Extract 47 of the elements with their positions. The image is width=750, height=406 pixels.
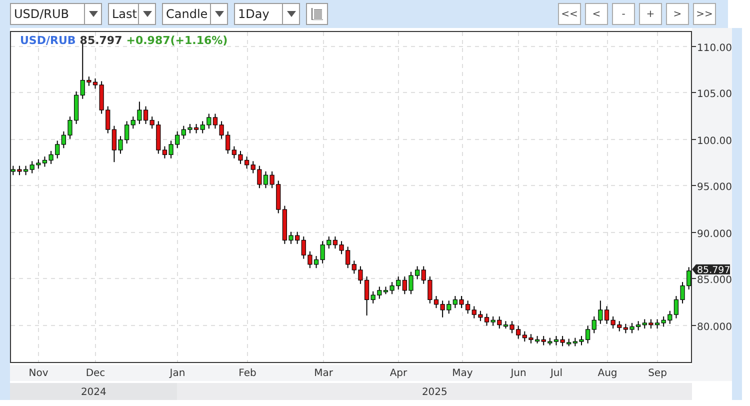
axis-label: Jun — [510, 368, 526, 379]
nav-button[interactable]: >> — [693, 3, 716, 25]
axis-label: 105.00 — [697, 89, 732, 100]
table-icon — [311, 8, 323, 20]
axis-label: 95.000 — [697, 182, 732, 193]
nav-button[interactable]: > — [666, 3, 689, 25]
nav-button[interactable]: < — [585, 3, 608, 25]
candlestick — [579, 335, 584, 346]
caret-icon — [214, 11, 224, 17]
axis-label: Mar — [314, 368, 333, 379]
axis-label: 80.000 — [697, 322, 732, 333]
nav-button[interactable]: + — [639, 3, 662, 25]
nav-button[interactable]: << — [558, 3, 581, 25]
axis-label: Dec — [86, 368, 106, 379]
nav-button[interactable]: - — [612, 3, 635, 25]
axis-label: Apr — [390, 368, 408, 379]
year-label: 2024 — [80, 387, 106, 398]
candlestick — [630, 322, 634, 334]
caret-icon — [142, 11, 152, 17]
axis-label: 90.000 — [697, 229, 732, 240]
dropdown[interactable]: Last — [108, 3, 156, 25]
axis-label: Nov — [28, 368, 48, 379]
candlestick — [238, 150, 243, 164]
price-legend: USD/RUB 85.797 +0.987(+1.16%) — [20, 34, 228, 47]
candlestick — [408, 271, 414, 295]
axis-label: May — [452, 368, 473, 379]
candlestick — [10, 165, 16, 176]
candlestick — [686, 266, 692, 290]
caret-icon — [286, 11, 296, 17]
dropdown[interactable]: USD/RUB — [10, 3, 102, 25]
dropdown[interactable]: 1Day — [234, 3, 300, 25]
candlestick — [118, 136, 123, 154]
axis-label: 85.000 — [697, 275, 732, 286]
axis-label: Feb — [238, 368, 256, 379]
table-button[interactable] — [306, 3, 328, 25]
axis-label: 110.00 — [697, 43, 732, 54]
candlestick — [288, 231, 294, 244]
candlestick — [459, 295, 464, 309]
year-label: 2025 — [422, 387, 448, 398]
axis-label: 100.00 — [697, 136, 732, 147]
caret-icon — [88, 11, 98, 17]
axis-label: Sep — [648, 368, 667, 379]
candlestick — [68, 116, 72, 140]
dropdown[interactable]: Candle — [162, 3, 228, 25]
axis-label: Jul — [550, 368, 563, 379]
axis-label: Jan — [170, 368, 186, 379]
axis-label: Aug — [598, 368, 618, 379]
